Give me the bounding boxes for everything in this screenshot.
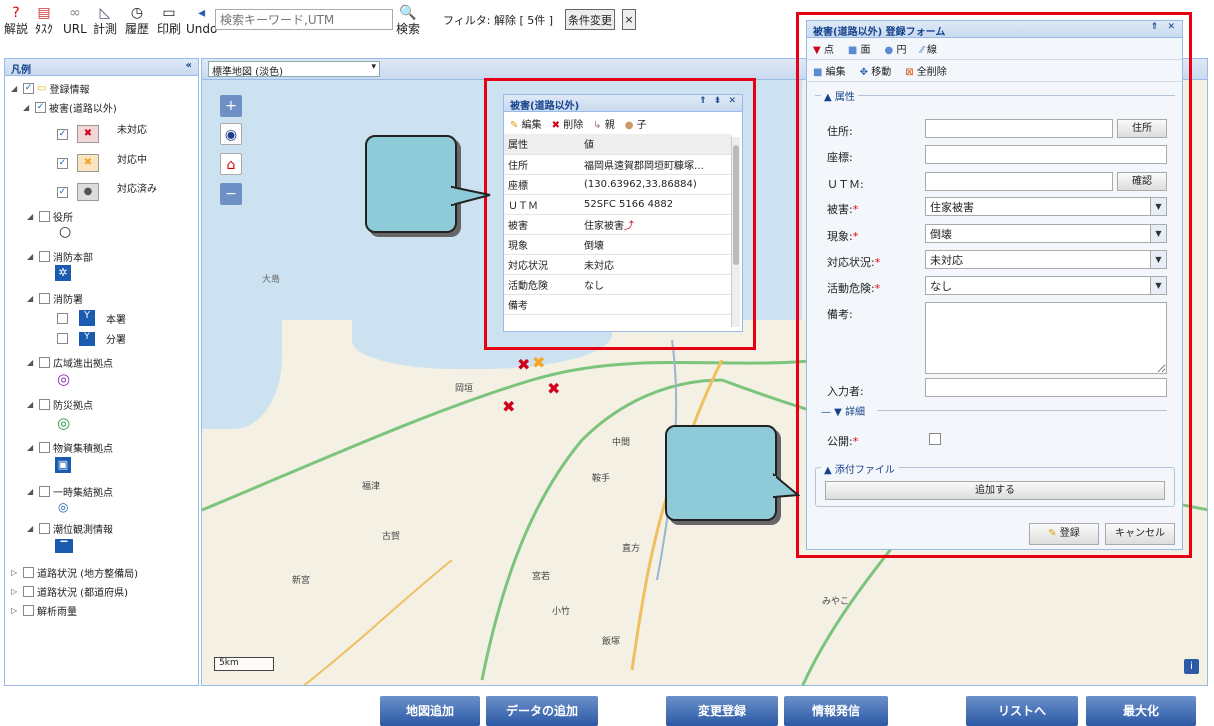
ruler-icon: ◺ [99,5,111,21]
legend-item-damage[interactable]: ◢ ✓ 被害(道路以外) [23,100,117,115]
highlight-frame [484,78,756,350]
damage-marker-unhandled[interactable]: ✖ [502,399,515,415]
search-input[interactable] [215,9,393,30]
locate-icon[interactable]: ◉ [220,123,242,145]
legend-item-fire-hq[interactable]: ◢ 消防本部 [27,249,93,264]
zoom-out-button[interactable]: − [220,183,242,205]
dot-marker-gray-icon: ● [77,183,99,201]
damage-marker-unhandled[interactable]: ✖ [517,357,530,373]
condition-change-button[interactable]: 条件変更 [565,9,615,30]
legend-item-branch-station[interactable]: Y 分署 [57,331,126,346]
search-icon: 🔍 [399,5,417,21]
checkbox[interactable]: ✓ [57,128,68,140]
history-button[interactable]: ◷ 履歴 [125,4,149,36]
legend-item-assembly-base[interactable]: ◢ 一時集結拠点 [27,484,113,499]
chevron-down-icon: ▾ [371,62,376,72]
callout-pointer [450,185,491,207]
fire-station-icon: Y [79,310,95,326]
checkbox[interactable]: ✓ [57,157,68,169]
undo-button[interactable]: ◂ Undo [186,4,217,36]
legend-item-main-station[interactable]: Y 本署 [57,310,126,326]
legend-item-road-prefecture[interactable]: ▷ 道路状況 (都道府県) [11,584,128,599]
legend-item-rainfall[interactable]: ▷ 解析雨量 [11,603,77,618]
help-button[interactable]: ? 解説 [4,4,28,36]
maximize-button[interactable]: 最大化 [1086,696,1196,726]
legend-item-done[interactable]: ✓ ● [57,183,105,201]
legend-item-registered[interactable]: ◢ ✓ ▭ 登録情報 [11,81,89,96]
legend-item-wide-base[interactable]: ◢ 広域進出拠点 [27,355,113,370]
checkbox[interactable]: ✓ [35,102,46,113]
scale-bar: 5km [214,657,274,671]
target-icon: ◎ [58,500,69,514]
to-list-button[interactable]: リストへ [966,696,1078,726]
zoom-in-button[interactable]: + [220,95,242,117]
legend-item-unhandled[interactable]: ✓ ✖ [57,125,105,143]
clock-icon: ◷ [130,5,144,21]
link-icon: ∞ [69,5,81,21]
legend-item-supply-base[interactable]: ◢ 物資集積拠点 [27,440,113,455]
task-icon: ▤ [37,5,51,21]
broadcast-button[interactable]: 情報発信 [784,696,888,726]
x-marker-orange-icon: ✖ [77,154,99,172]
printer-icon: ▭ [162,5,176,21]
tide-icon: ▔ [55,539,73,553]
filter-clear-button[interactable]: × [622,9,636,30]
add-data-button[interactable]: データの追加 [486,696,598,726]
legend-panel: 凡例 « ◢ ✓ ▭ 登録情報 ◢ ✓ 被害(道路以外) ✓ ✖ 未対応 ✓ ✖ 対応中 ✓ ● … [4,58,199,686]
collapse-icon[interactable]: « [186,60,192,71]
expand-icon[interactable]: ◢ [23,103,32,112]
legend-item-inprogress[interactable]: ✓ ✖ [57,154,105,172]
box-icon: ▣ [55,457,71,473]
damage-marker-unhandled[interactable]: ✖ [547,381,560,397]
branch-station-icon: Y [79,331,95,346]
home-icon[interactable]: ⌂ [220,153,242,175]
search-button[interactable]: 🔍 検索 [396,4,420,36]
damage-marker-inprogress[interactable]: ✖ [532,355,545,371]
folder-icon: ▭ [37,83,47,94]
x-marker-red-icon: ✖ [77,125,99,143]
legend-item-disaster-base[interactable]: ◢ 防災拠点 [27,397,93,412]
fire-hq-icon: ✲ [55,265,71,281]
legend-header: 凡例 « [5,59,198,76]
callout-pointer [772,472,800,499]
commit-changes-button[interactable]: 変更登録 [666,696,778,726]
expand-icon[interactable]: ◢ [11,84,20,93]
legend-item-fire-station[interactable]: ◢ 消防署 [27,291,83,306]
task-button[interactable]: ▤ ﾀｽｸ [35,4,53,36]
circle-icon: ○ [59,224,72,240]
callout-bubble [665,425,777,521]
add-map-button[interactable]: 地図追加 [380,696,480,726]
callout-bubble [365,135,457,233]
filter-status: フィルタ: 解除 [ 5件 ] [443,14,554,27]
legend-item-road-regional[interactable]: ▷ 道路状況 (地方整備局) [11,565,138,580]
print-button[interactable]: ▭ 印刷 [157,4,181,36]
info-icon[interactable]: i [1184,659,1199,674]
double-circle-purple-icon: ◎ [57,370,71,388]
checkbox[interactable]: ✓ [23,83,34,94]
basemap-select[interactable]: 標準地図 (淡色) ▾ [208,61,380,78]
legend-item-office[interactable]: ◢ 役所 [27,209,73,224]
checkbox[interactable]: ✓ [57,186,68,198]
measure-button[interactable]: ◺ 計測 [93,4,117,36]
undo-icon: ◂ [198,5,206,21]
legend-item-tide[interactable]: ◢ 潮位観測情報 [27,521,113,536]
help-icon: ? [12,5,20,21]
double-circle-green-icon: ◎ [57,414,71,432]
highlight-frame [796,12,1192,558]
url-button[interactable]: ∞ URL [63,4,87,36]
